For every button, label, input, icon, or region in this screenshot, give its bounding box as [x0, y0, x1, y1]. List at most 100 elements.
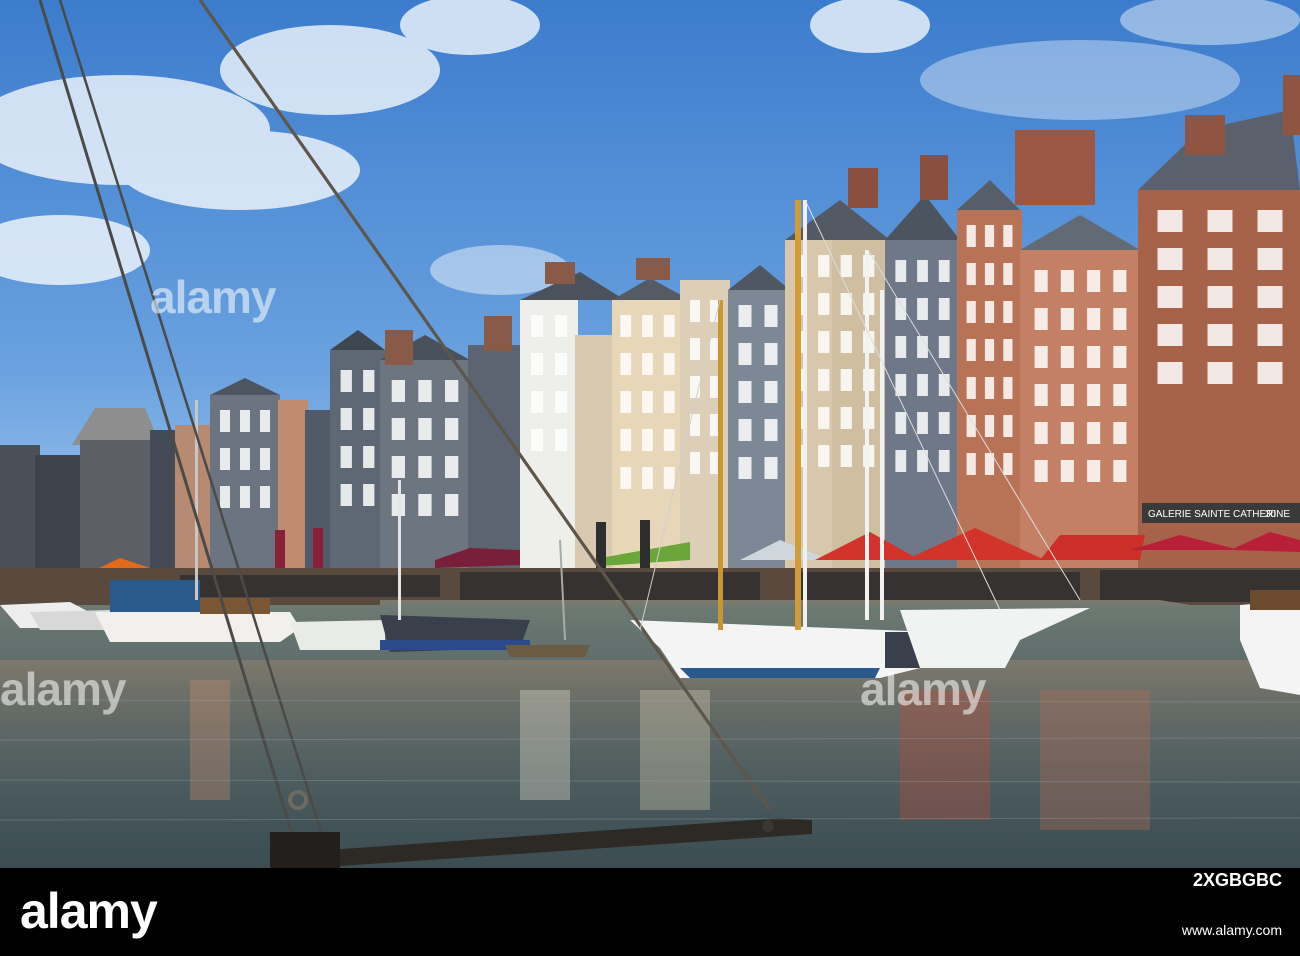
window: [840, 407, 852, 429]
window: [1113, 384, 1127, 406]
window: [917, 298, 928, 320]
house-number: 30: [1265, 509, 1277, 520]
window: [1087, 384, 1101, 406]
window: [966, 377, 976, 399]
window: [966, 301, 976, 323]
window: [555, 429, 567, 451]
window: [917, 412, 928, 434]
window: [642, 353, 653, 375]
window: [738, 343, 752, 365]
window: [1157, 286, 1183, 308]
window: [1087, 346, 1101, 368]
window: [1157, 362, 1183, 384]
footer-image-id: 2XGBGBC: [1193, 870, 1282, 891]
window: [690, 300, 700, 322]
window: [738, 419, 752, 441]
window: [895, 260, 907, 282]
window: [966, 339, 976, 361]
window: [1257, 362, 1283, 384]
window: [391, 380, 405, 402]
window: [220, 448, 230, 470]
window: [1087, 308, 1101, 330]
window: [1034, 422, 1048, 444]
window: [340, 446, 352, 468]
window: [555, 353, 567, 375]
window: [764, 381, 778, 403]
window: [1207, 248, 1233, 270]
window: [764, 305, 778, 327]
window: [1113, 308, 1127, 330]
window: [531, 353, 543, 375]
window: [363, 408, 375, 430]
window: [764, 343, 778, 365]
window: [1003, 301, 1013, 323]
window: [340, 408, 352, 430]
window: [917, 374, 928, 396]
window: [1003, 415, 1013, 437]
image-id-text: 2XGBGBC: [1192, 870, 1282, 890]
window: [1257, 248, 1283, 270]
window: [531, 391, 543, 413]
window: [620, 315, 632, 337]
footer-url[interactable]: www.alamy.com: [1182, 922, 1282, 938]
window: [966, 263, 976, 285]
window: [1207, 210, 1233, 232]
window: [555, 315, 567, 337]
window: [1113, 422, 1127, 444]
window: [1113, 460, 1127, 482]
window: [938, 412, 950, 434]
window: [240, 486, 250, 508]
window: [984, 225, 995, 247]
window: [984, 377, 995, 399]
window: [391, 418, 405, 440]
window: [984, 339, 995, 361]
window: [840, 445, 852, 467]
window: [1060, 308, 1074, 330]
window: [363, 370, 375, 392]
window: [1060, 346, 1074, 368]
photo-frame: GALERIE SAINTE CATHERINE 30 alamy alamy …: [0, 0, 1300, 956]
window: [690, 452, 700, 474]
window: [1157, 210, 1183, 232]
window: [663, 315, 675, 337]
window: [1257, 324, 1283, 346]
window: [818, 407, 830, 429]
window: [418, 418, 432, 440]
window: [738, 305, 752, 327]
window: [1157, 248, 1183, 270]
window: [260, 448, 270, 470]
window: [418, 456, 432, 478]
window: [340, 484, 352, 506]
window: [260, 410, 270, 432]
window: [531, 429, 543, 451]
window: [1034, 346, 1048, 368]
window: [620, 391, 632, 413]
window: [1060, 270, 1074, 292]
window: [895, 412, 907, 434]
window: [764, 419, 778, 441]
window: [938, 374, 950, 396]
footer-logo[interactable]: alamy: [20, 882, 158, 940]
window: [418, 380, 432, 402]
window: [620, 467, 632, 489]
window: [1003, 339, 1013, 361]
window: [1087, 270, 1101, 292]
window: [1207, 324, 1233, 346]
window: [895, 336, 907, 358]
window: [984, 263, 995, 285]
window: [391, 456, 405, 478]
window: [840, 331, 852, 353]
window: [363, 446, 375, 468]
window: [1034, 460, 1048, 482]
window: [418, 494, 432, 516]
window: [938, 336, 950, 358]
window: [1257, 286, 1283, 308]
window: [840, 369, 852, 391]
window: [1003, 263, 1013, 285]
window: [938, 298, 950, 320]
window: [1113, 270, 1127, 292]
window: [340, 370, 352, 392]
window: [1003, 453, 1013, 475]
window: [1034, 308, 1048, 330]
window: [1003, 377, 1013, 399]
